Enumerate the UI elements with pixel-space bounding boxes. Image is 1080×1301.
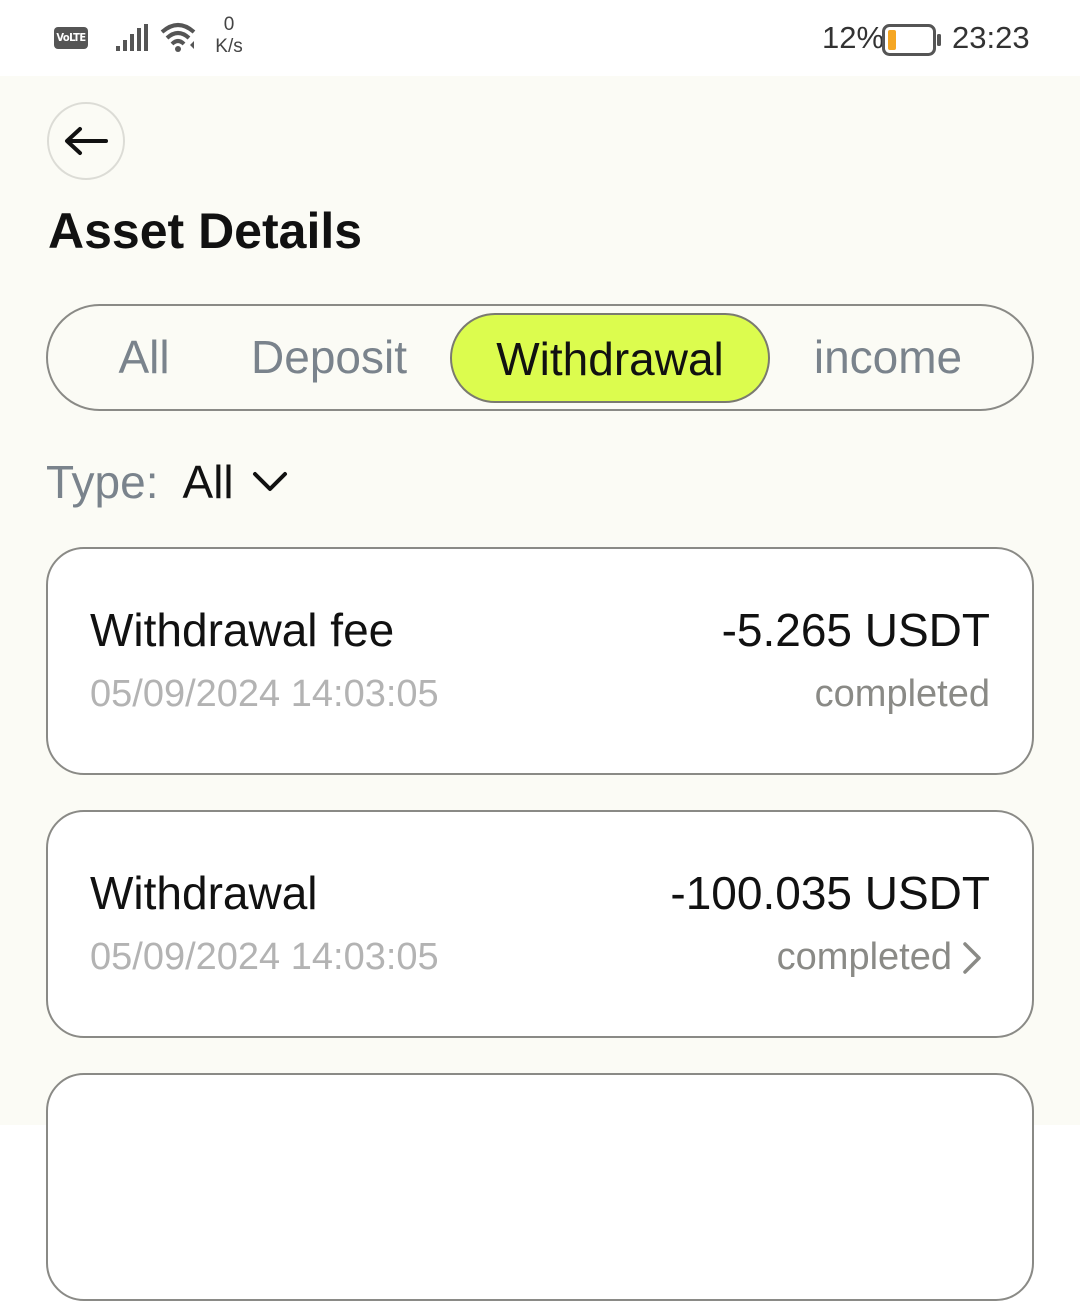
- record-amount: -100.035 USDT: [670, 867, 990, 919]
- record-card[interactable]: Withdrawal 05/09/2024 14:03:05 -100.035 …: [46, 810, 1034, 1038]
- type-filter[interactable]: Type: All: [46, 454, 288, 510]
- record-time: 05/09/2024 14:03:05: [90, 936, 439, 978]
- record-title: Withdrawal fee: [90, 604, 395, 656]
- chevron-right-icon[interactable]: [962, 941, 982, 975]
- battery-percent: 12%: [822, 20, 885, 55]
- network-speed-unit: K/s: [215, 36, 243, 57]
- record-card[interactable]: [46, 1073, 1034, 1301]
- record-status[interactable]: completed: [777, 936, 982, 979]
- type-filter-label: Type:: [46, 456, 159, 508]
- signal-icon: [116, 24, 148, 51]
- tab-income[interactable]: income: [790, 306, 986, 409]
- network-speed: 0 K/s: [210, 14, 248, 58]
- type-filter-value[interactable]: All: [183, 455, 234, 509]
- tab-withdrawal[interactable]: Withdrawal: [450, 313, 770, 403]
- record-amount: -5.265 USDT: [721, 604, 990, 656]
- chevron-down-icon[interactable]: [252, 471, 288, 493]
- page-title: Asset Details: [48, 203, 363, 259]
- record-card[interactable]: Withdrawal fee 05/09/2024 14:03:05 -5.26…: [46, 547, 1034, 775]
- volte-icon: VoLTE: [54, 27, 88, 49]
- battery-icon: [882, 24, 941, 56]
- status-bar: VoLTE 0 K/s 12% 23:23: [0, 0, 1080, 76]
- tab-bar: All Deposit Withdrawal income: [46, 304, 1034, 411]
- record-title: Withdrawal: [90, 867, 318, 919]
- tab-deposit[interactable]: Deposit: [226, 306, 432, 409]
- record-time: 05/09/2024 14:03:05: [90, 673, 439, 715]
- asset-details-page: Asset Details All Deposit Withdrawal inc…: [0, 76, 1080, 1301]
- back-button[interactable]: [47, 102, 125, 180]
- network-speed-value: 0: [223, 14, 235, 35]
- record-status-text: completed: [814, 673, 990, 715]
- clock: 23:23: [952, 20, 1030, 55]
- wifi-icon: [160, 23, 196, 52]
- record-status: completed: [815, 673, 990, 716]
- record-status-text: completed: [776, 936, 952, 978]
- arrow-left-icon: [65, 127, 108, 155]
- tab-all[interactable]: All: [92, 306, 196, 409]
